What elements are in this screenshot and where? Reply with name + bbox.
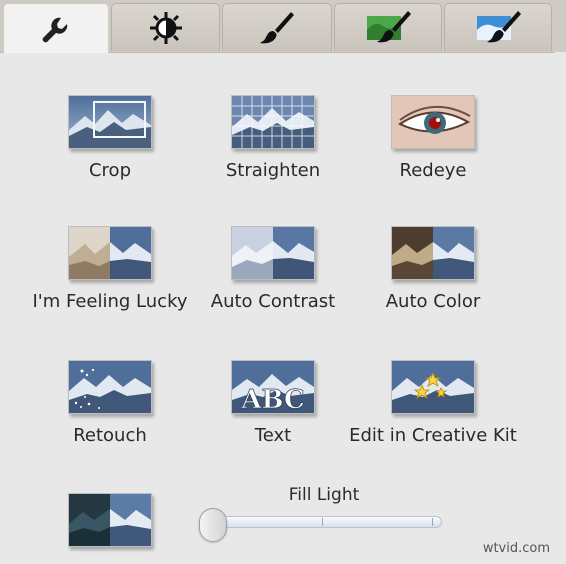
tab-effects-3[interactable] [444, 3, 552, 51]
im-feeling-lucky-tool[interactable]: I'm Feeling Lucky [20, 226, 200, 312]
text-tool[interactable]: ABC Text [183, 360, 363, 446]
crop-thumbnail [68, 95, 152, 149]
lucky-label: I'm Feeling Lucky [32, 291, 188, 312]
fill-light-label: Fill Light [288, 485, 360, 505]
slider-tick-end [432, 518, 433, 526]
redeye-thumbnail [391, 95, 475, 149]
brightness-icon [149, 11, 182, 44]
wrench-icon [42, 17, 68, 42]
crop-tool[interactable]: Crop [20, 95, 200, 181]
straighten-thumbnail [231, 95, 315, 149]
crop-label: Crop [88, 160, 131, 181]
tab-bar [0, 0, 566, 53]
tab-tuning[interactable] [111, 3, 220, 51]
straighten-label: Straighten [225, 160, 321, 181]
tab-basic-fixes[interactable] [3, 3, 109, 53]
watermark-text: wtvid.com [482, 541, 550, 556]
redeye-tool[interactable]: Redeye [343, 95, 523, 181]
text-thumb-label: ABC [240, 385, 304, 413]
redeye-label: Redeye [399, 160, 467, 181]
fill-light-thumbnail [68, 493, 152, 547]
auto-contrast-label: Auto Contrast [210, 291, 336, 312]
retouch-thumbnail [68, 360, 152, 414]
retouch-label: Retouch [73, 425, 147, 446]
auto-color-thumbnail [391, 226, 475, 280]
lucky-thumbnail [68, 226, 152, 280]
tab-effects[interactable] [222, 3, 332, 51]
auto-contrast-tool[interactable]: Auto Contrast [183, 226, 363, 312]
auto-contrast-thumbnail [231, 226, 315, 280]
text-label: Text [254, 425, 292, 446]
slider-tick-middle [322, 518, 323, 526]
tab-effects-2[interactable] [334, 3, 442, 51]
brush-icon [260, 11, 294, 43]
fill-light-tool[interactable] [20, 493, 200, 547]
text-thumbnail: ABC [231, 360, 315, 414]
fill-light-slider-thumb[interactable] [199, 508, 227, 542]
auto-color-label: Auto Color [385, 291, 481, 312]
fill-light-slider[interactable] [206, 516, 442, 528]
creative-kit-thumbnail [391, 360, 475, 414]
retouch-tool[interactable]: Retouch [20, 360, 200, 446]
creative-kit-label: Edit in Creative Kit [349, 425, 517, 446]
auto-color-tool[interactable]: Auto Color [343, 226, 523, 312]
edit-in-creative-kit-tool[interactable]: Edit in Creative Kit [343, 360, 523, 446]
straighten-tool[interactable]: Straighten [183, 95, 363, 181]
panel-right-edge [554, 52, 566, 564]
blue-brush-icon [477, 10, 521, 42]
picasa-edit-panel: Crop Straighten Redeye I'm Feeling Lucky… [0, 0, 566, 564]
green-brush-icon [367, 10, 411, 42]
